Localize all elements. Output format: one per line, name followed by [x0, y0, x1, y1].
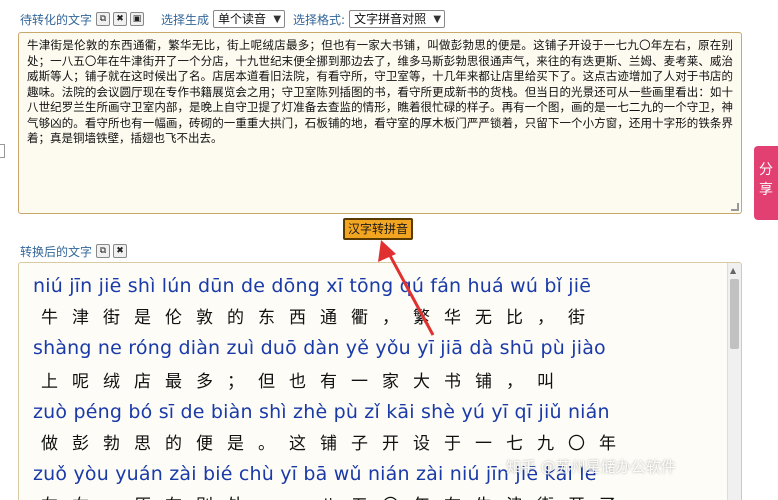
mode-select-value: 单个读音	[218, 12, 267, 26]
format-label: 选择格式:	[293, 12, 346, 27]
scroll-thumb[interactable]	[730, 279, 739, 349]
mode-select[interactable]: 单个读音 ▼	[213, 10, 286, 28]
close-icon[interactable]: ✖	[113, 244, 128, 258]
close-icon[interactable]: ✖	[113, 12, 128, 26]
format-select[interactable]: 文字拼音对照 ▼	[349, 10, 446, 28]
source-text: 牛津街是伦敦的东西通衢，繁华无比，街上呢绒店最多；但也有一家大书铺，叫做彭勃思的…	[27, 38, 733, 145]
pinyin-line: niú jīn jiē shì lún dūn de dōng xī tōng …	[33, 275, 592, 297]
copy-icon[interactable]: ⧉	[96, 244, 111, 258]
result-toolbar: 转换后的文字 ⧉ ✖	[20, 240, 130, 262]
left-edge-tab[interactable]	[0, 144, 5, 158]
scroll-up-icon[interactable]: ▲	[730, 266, 736, 275]
chevron-down-icon: ▼	[273, 14, 282, 25]
vertical-scrollbar[interactable]: ▲	[727, 263, 741, 500]
result-label: 转换后的文字	[20, 244, 93, 259]
hanzi-line: 做彭勃思的便是。这铺子开设于一七九〇年	[41, 434, 630, 454]
paste-icon[interactable]: ▣	[130, 12, 145, 26]
source-toolbar: 待转化的文字 ⧉ ✖ ▣ 选择生成 单个读音 ▼ 选择格式: 文字拼音对照 ▼	[20, 8, 453, 30]
share-tab[interactable]: 分享	[754, 146, 778, 220]
copy-icon[interactable]: ⧉	[96, 12, 111, 26]
chevron-down-icon: ▼	[433, 14, 442, 25]
source-textarea[interactable]: 牛津街是伦敦的东西通衢，繁华无比，街上呢绒店最多；但也有一家大书铺，叫做彭勃思的…	[18, 32, 742, 214]
format-select-value: 文字拼音对照	[354, 12, 427, 26]
mode-label: 选择生成	[161, 12, 210, 27]
pinyin-line: zuò péng bó sī de biàn shì zhè pù zǐ kāi…	[33, 401, 610, 423]
convert-to-pinyin-button[interactable]: 汉字转拼音	[343, 218, 413, 240]
hanzi-line: 上呢绒店最多；但也有一家大书铺，叫	[41, 372, 568, 392]
hanzi-line: 左右，原在别处；一八五〇年在牛津街开了	[41, 491, 630, 500]
source-label: 待转化的文字	[20, 12, 93, 27]
hanzi-line: 牛津街是伦敦的东西通衢，繁华无比，街	[41, 308, 599, 328]
pinyin-line: shàng ne róng diàn zuì duō dàn yě yǒu yī…	[33, 337, 606, 359]
resize-grip-icon[interactable]	[731, 203, 739, 211]
watermark: 知乎 @苏州星储办公软件	[506, 458, 676, 476]
